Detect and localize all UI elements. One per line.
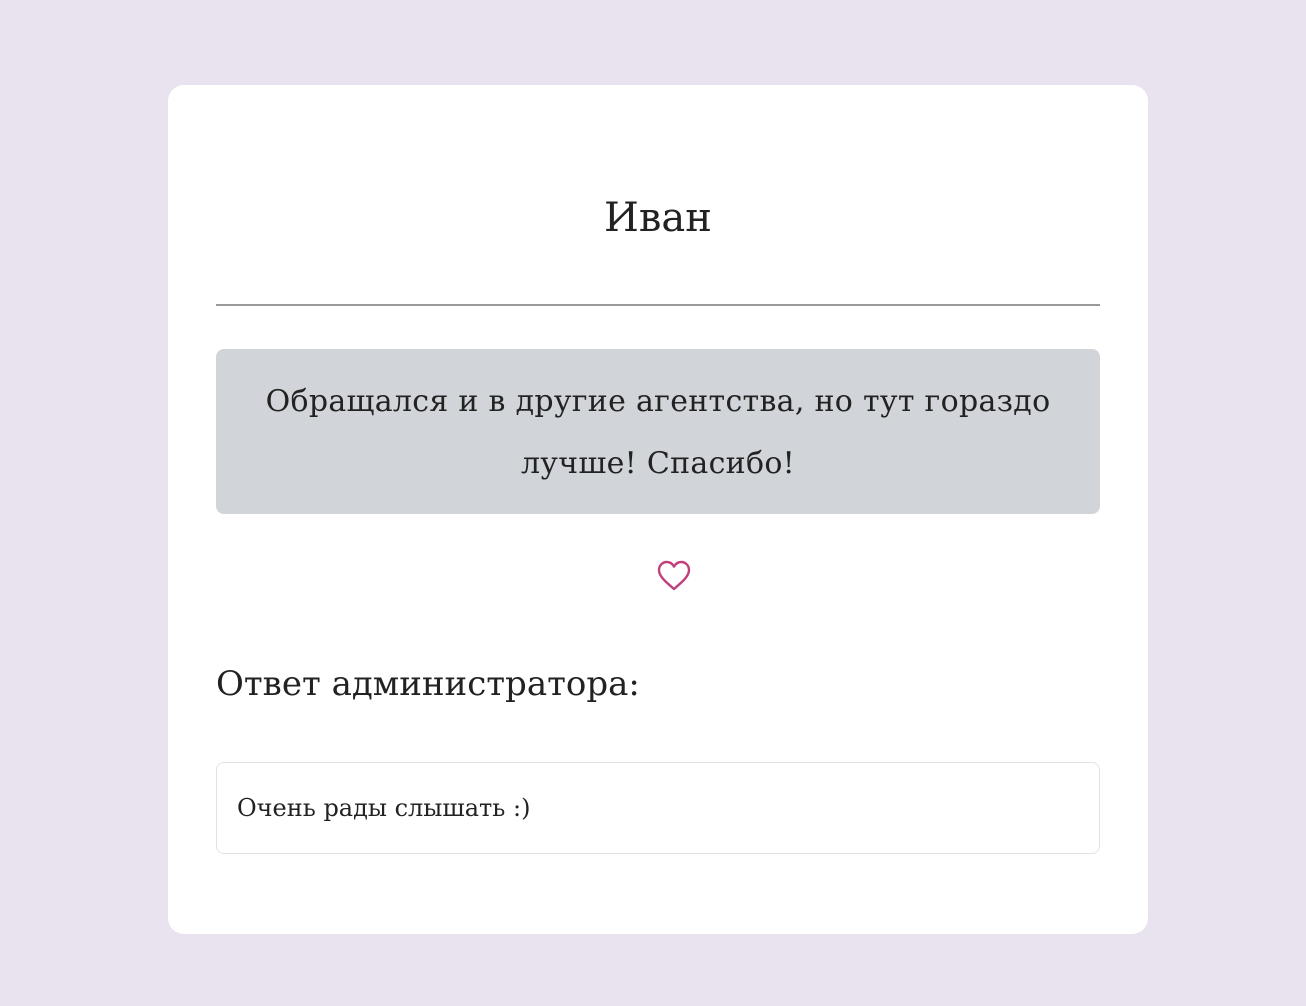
heart-icon[interactable] (656, 558, 692, 594)
review-text: Обращался и в другие агентства, но тут г… (265, 384, 1051, 481)
review-text-box: Обращался и в другие агентства, но тут г… (216, 349, 1100, 514)
heart-outline-icon (657, 560, 691, 591)
admin-reply-heading: Ответ администратора: (216, 664, 640, 704)
review-author-name: Иван (604, 195, 712, 241)
admin-reply-text: Очень рады слышать :) (237, 794, 531, 822)
admin-reply-box: Очень рады слышать :) (216, 762, 1100, 854)
author-divider (216, 304, 1100, 306)
